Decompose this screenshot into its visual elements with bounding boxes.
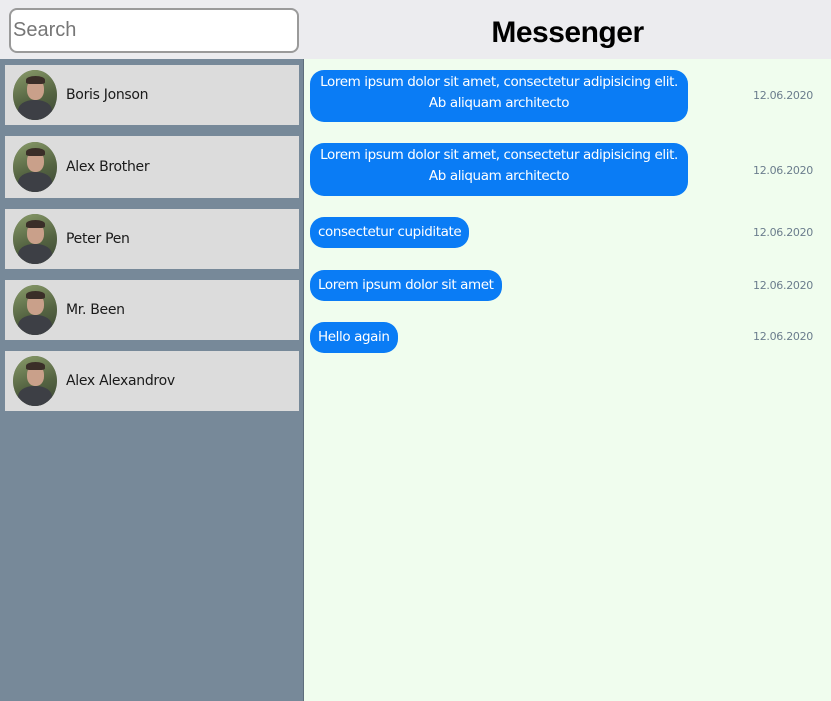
message-timestamp: 12.06.2020: [753, 89, 813, 102]
search-bar: [0, 0, 304, 59]
message-timestamp: 12.06.2020: [753, 279, 813, 292]
sidebar: Boris Jonson Alex Brother Peter Pen Mr. …: [0, 0, 304, 701]
avatar: [13, 356, 57, 406]
message-timestamp: 12.06.2020: [753, 164, 813, 177]
message-bubble: Lorem ipsum dolor sit amet: [310, 270, 502, 301]
message-bubble: Lorem ipsum dolor sit amet, consectetur …: [310, 70, 688, 122]
contact-item[interactable]: Alex Alexandrov: [5, 351, 299, 411]
message-bubble: Lorem ipsum dolor sit amet, consectetur …: [310, 143, 688, 196]
chat-panel: Messenger Lorem ipsum dolor sit amet, co…: [304, 0, 831, 701]
avatar: [13, 70, 57, 120]
contact-item[interactable]: Mr. Been: [5, 280, 299, 340]
page-title: Messenger: [491, 15, 644, 49]
message-timestamp: 12.06.2020: [753, 330, 813, 343]
contact-name: Boris Jonson: [66, 87, 149, 103]
avatar: [13, 214, 57, 264]
contact-name: Mr. Been: [66, 302, 125, 318]
avatar: [13, 285, 57, 335]
search-input[interactable]: [9, 8, 299, 53]
message-bubble: consectetur cupiditate: [310, 217, 470, 248]
chat-header: Messenger: [304, 0, 831, 59]
message-timestamp: 12.06.2020: [753, 226, 813, 239]
contact-name: Peter Pen: [66, 231, 130, 247]
contact-name: Alex Brother: [66, 159, 150, 175]
message-bubble: Hello again: [310, 322, 398, 353]
contact-item[interactable]: Boris Jonson: [5, 65, 299, 125]
contact-item[interactable]: Peter Pen: [5, 209, 299, 269]
contact-item[interactable]: Alex Brother: [5, 136, 299, 198]
contact-name: Alex Alexandrov: [66, 373, 175, 389]
avatar: [13, 142, 57, 192]
contact-list: Boris Jonson Alex Brother Peter Pen Mr. …: [5, 65, 299, 422]
